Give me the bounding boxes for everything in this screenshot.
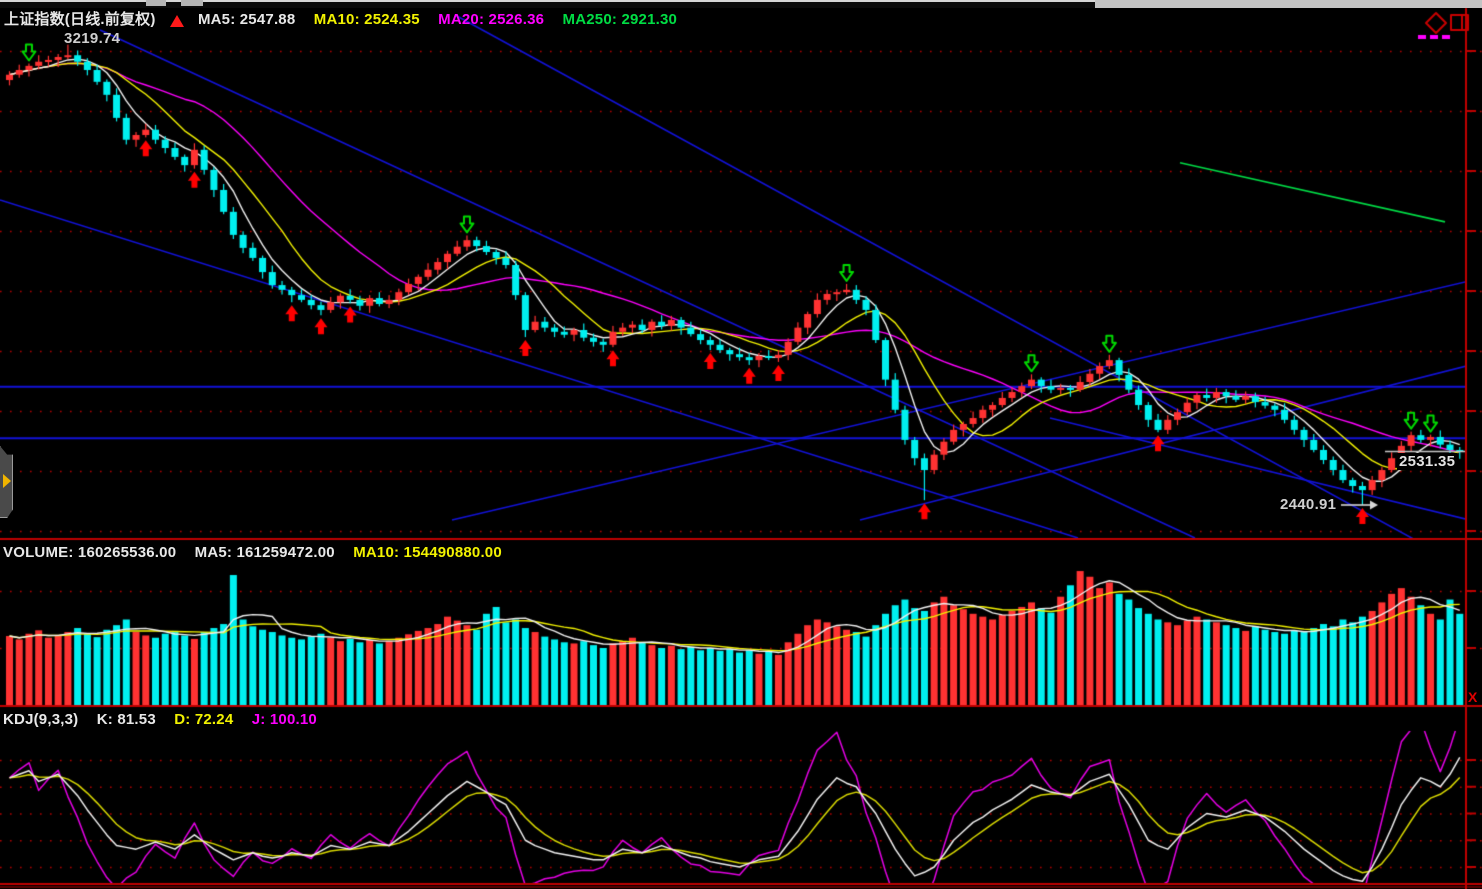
close-pane-icon[interactable]: X: [1468, 689, 1477, 705]
expander-arrow-icon: [3, 474, 11, 488]
chart-canvas[interactable]: [0, 0, 1482, 889]
toolbar-bottom-strip-right: [1095, 0, 1482, 8]
toolbar-tab: [181, 0, 203, 6]
toolbar-tab: [146, 0, 166, 6]
left-panel-expander[interactable]: [0, 446, 13, 518]
trading-app-window: 上证指数(日线.前复权) MA5: 2547.88 MA10: 2524.35 …: [0, 0, 1482, 889]
